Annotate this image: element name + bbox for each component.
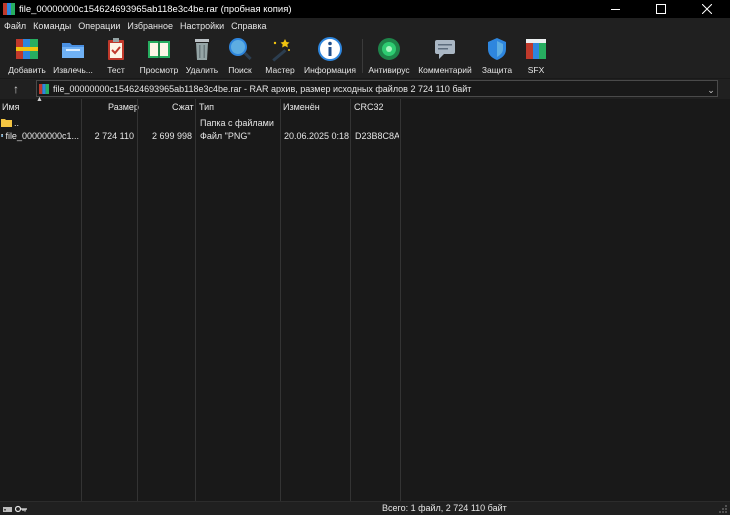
menu-commands[interactable]: Команды	[31, 21, 76, 31]
column-size[interactable]: Размер	[108, 99, 139, 115]
find-button[interactable]: Поиск	[224, 35, 256, 77]
wizard-wand-icon	[266, 35, 294, 63]
comment-icon	[431, 35, 459, 63]
column-crc32[interactable]: CRC32	[354, 99, 400, 115]
find-label: Поиск	[228, 65, 252, 75]
column-divider[interactable]	[137, 99, 138, 501]
winrar-app-icon[interactable]	[3, 3, 15, 15]
window-title: file_00000000c154624693965ab118e3c4be.ra…	[19, 3, 292, 15]
comment-button[interactable]: Комментарий	[416, 35, 474, 77]
rar-archive-icon	[39, 83, 49, 94]
view-label: Просмотр	[139, 65, 179, 75]
add-button[interactable]: Добавить	[6, 35, 48, 77]
menu-help[interactable]: Справка	[229, 21, 271, 31]
menu-bar: Файл Команды Операции Избранное Настройк…	[0, 18, 730, 33]
window-controls	[592, 0, 730, 18]
size-cell	[82, 116, 134, 129]
sfx-button[interactable]: SFX	[520, 35, 552, 77]
type-cell: Папка с файлами	[200, 117, 274, 128]
test-button[interactable]: Тест	[100, 35, 132, 77]
column-divider[interactable]	[195, 99, 196, 501]
file-list: ▲ Имя Размер Сжат Тип Изменён CRC32 .. П…	[0, 96, 730, 501]
extract-folder-icon	[59, 35, 87, 63]
protect-button[interactable]: Защита	[478, 35, 516, 77]
antivirus-label: Антивирус	[368, 65, 410, 75]
column-modified[interactable]: Изменён	[283, 99, 349, 115]
modified-cell: 20.06.2025 0:18	[284, 130, 349, 141]
test-clipboard-icon	[102, 35, 130, 63]
resize-grip-icon[interactable]	[718, 504, 728, 514]
toolbar: Добавить Извлечь... Тест Просмотр Удалит…	[0, 33, 730, 78]
address-field[interactable]: file_00000000c154624693965ab118e3c4be.ra…	[36, 80, 718, 97]
trash-icon	[188, 35, 216, 63]
name-cell: ..	[1, 116, 79, 129]
crc-cell	[355, 116, 399, 129]
close-icon	[702, 4, 712, 14]
sfx-icon	[522, 35, 550, 63]
protect-label: Защита	[481, 65, 513, 75]
table-row-file[interactable]: file_00000000c1... 2 724 110 2 699 998 Ф…	[0, 129, 400, 142]
column-divider[interactable]	[81, 99, 82, 501]
column-divider[interactable]	[400, 99, 401, 501]
magnifier-icon	[226, 35, 254, 63]
info-button[interactable]: Информация	[302, 35, 358, 77]
png-file-icon	[1, 134, 4, 137]
wizard-button[interactable]: Мастер	[262, 35, 298, 77]
add-archive-icon	[13, 35, 41, 63]
column-divider[interactable]	[280, 99, 281, 501]
toolbar-separator	[362, 39, 363, 73]
crc-cell: D23B8C8A	[355, 130, 399, 141]
delete-label: Удалить	[185, 65, 219, 75]
extract-label: Извлечь...	[53, 65, 93, 75]
antivirus-icon	[375, 35, 403, 63]
file-list-header: ▲ Имя Размер Сжат Тип Изменён CRC32	[0, 96, 730, 115]
info-icon	[316, 35, 344, 63]
sfx-label: SFX	[527, 65, 545, 75]
wizard-label: Мастер	[265, 65, 295, 75]
antivirus-button[interactable]: Антивирус	[366, 35, 412, 77]
packed-cell	[138, 116, 192, 129]
drive-icon[interactable]	[3, 505, 12, 513]
test-label: Тест	[107, 65, 125, 75]
column-packed[interactable]: Сжат	[172, 99, 194, 115]
info-label: Информация	[303, 65, 357, 75]
comment-label: Комментарий	[418, 65, 472, 75]
name-cell: file_00000000c1...	[1, 129, 79, 142]
column-divider[interactable]	[350, 99, 351, 501]
type-cell: Файл "PNG"	[200, 130, 251, 141]
view-button[interactable]: Просмотр	[138, 35, 180, 77]
delete-button[interactable]: Удалить	[184, 35, 220, 77]
menu-file[interactable]: Файл	[2, 21, 31, 31]
folder-up-icon	[1, 119, 12, 127]
key-icon[interactable]	[15, 505, 27, 513]
address-text: file_00000000c154624693965ab118e3c4be.ra…	[53, 83, 472, 94]
packed-cell: 2 699 998	[151, 130, 192, 141]
menu-favorites[interactable]: Избранное	[125, 21, 178, 31]
address-row: ↑ file_00000000c154624693965ab118e3c4be.…	[0, 79, 730, 99]
maximize-button[interactable]	[638, 0, 684, 18]
menu-settings[interactable]: Настройки	[178, 21, 229, 31]
extract-button[interactable]: Извлечь...	[50, 35, 96, 77]
size-cell: 2 724 110	[94, 130, 134, 141]
view-book-icon	[145, 35, 173, 63]
table-row-parent[interactable]: .. Папка с файлами	[0, 116, 400, 129]
column-name[interactable]: Имя	[2, 99, 80, 115]
add-label: Добавить	[8, 65, 46, 75]
shield-icon	[483, 35, 511, 63]
menu-operations[interactable]: Операции	[76, 21, 125, 31]
file-name: ..	[14, 117, 20, 128]
status-bar: Всего: 1 файл, 2 724 110 байт	[0, 501, 730, 515]
minimize-button[interactable]	[592, 0, 638, 18]
title-bar: file_00000000c154624693965ab118e3c4be.ra…	[0, 0, 730, 18]
column-type[interactable]: Тип	[199, 99, 279, 115]
status-summary: Всего: 1 файл, 2 724 110 байт	[382, 503, 507, 513]
file-name: file_00000000c1...	[5, 130, 79, 141]
chevron-down-icon[interactable]: ⌄	[705, 82, 717, 98]
up-folder-button[interactable]: ↑	[4, 81, 28, 97]
close-button[interactable]	[684, 0, 730, 18]
modified-cell	[284, 116, 349, 129]
arrow-up-icon: ↑	[13, 82, 19, 96]
